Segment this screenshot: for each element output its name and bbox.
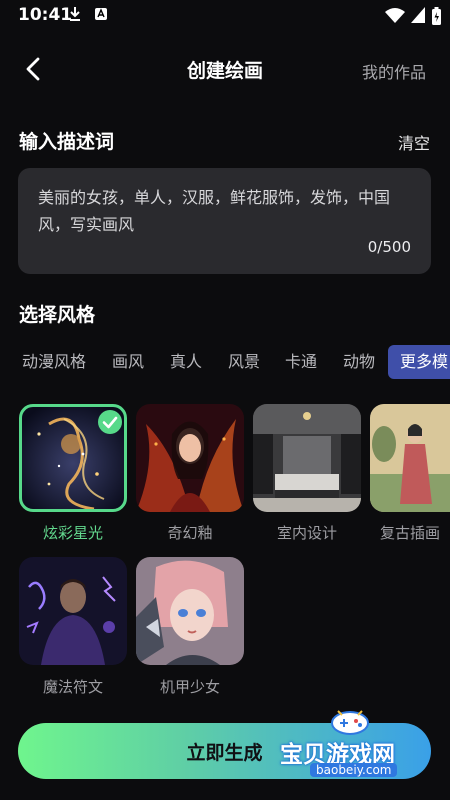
watermark-url: baobeiy.com	[310, 763, 398, 777]
status-time: 10:41	[18, 5, 73, 25]
selected-check-icon	[98, 410, 122, 434]
status-bar: 10:41	[0, 0, 450, 32]
mecha-girl-thumbnail	[136, 557, 244, 665]
tab-animal[interactable]: 动物	[343, 345, 375, 379]
tab-more-models[interactable]: 更多模	[388, 345, 450, 379]
download-icon	[70, 7, 80, 21]
style-card-magic-rune[interactable]	[19, 557, 127, 665]
magic-rune-thumbnail	[19, 557, 127, 665]
style-card-label: 炫彩星光	[42, 524, 103, 542]
app-notification-icon	[95, 8, 107, 20]
clear-button[interactable]: 清空	[398, 130, 430, 154]
tab-cartoon[interactable]: 卡通	[285, 345, 317, 379]
tab-real-person[interactable]: 真人	[170, 345, 202, 379]
interior-design-thumbnail	[253, 404, 361, 512]
prompt-section-label: 输入描述词	[19, 131, 115, 153]
char-counter: 0/500	[367, 238, 411, 256]
style-tabs: 动漫风格 画风 真人 风景 卡通 动物 更多模	[0, 345, 450, 379]
tab-anime[interactable]: 动漫风格	[22, 345, 86, 379]
style-card-label: 室内设计	[276, 524, 337, 542]
wifi-icon	[385, 8, 405, 23]
prompt-input[interactable]: 美丽的女孩，单人，汉服，鲜花服饰，发饰，中国风，写实画风 0/500	[18, 168, 431, 274]
prompt-text[interactable]: 美丽的女孩，单人，汉服，鲜花服饰，发饰，中国风，写实画风	[38, 184, 413, 238]
gamepad-icon	[331, 710, 369, 735]
tab-landscape[interactable]: 风景	[228, 345, 260, 379]
top-bar: 创建绘画 我的作品	[0, 46, 450, 92]
style-card-interior-design[interactable]	[253, 404, 361, 512]
battery-icon	[432, 7, 441, 25]
my-works-link[interactable]: 我的作品	[362, 59, 426, 83]
fantasy-glaze-thumbnail	[136, 404, 244, 512]
style-card-label: 机甲少女	[159, 678, 220, 696]
style-card-label: 奇幻釉	[167, 524, 213, 542]
style-card-mecha-girl[interactable]	[136, 557, 244, 665]
style-card-label: 复古插画	[379, 524, 440, 542]
style-card-starlight[interactable]	[19, 404, 127, 512]
watermark: 宝贝游戏网 baobeiy.com	[280, 705, 440, 785]
style-card-label: 魔法符文	[42, 678, 103, 696]
vintage-illustration-thumbnail	[370, 404, 450, 512]
style-card-vintage-illustration[interactable]	[370, 404, 450, 512]
tab-painting-style[interactable]: 画风	[112, 345, 144, 379]
signal-icon	[411, 7, 425, 23]
style-section-label: 选择风格	[19, 304, 96, 326]
style-card-fantasy-glaze[interactable]	[136, 404, 244, 512]
